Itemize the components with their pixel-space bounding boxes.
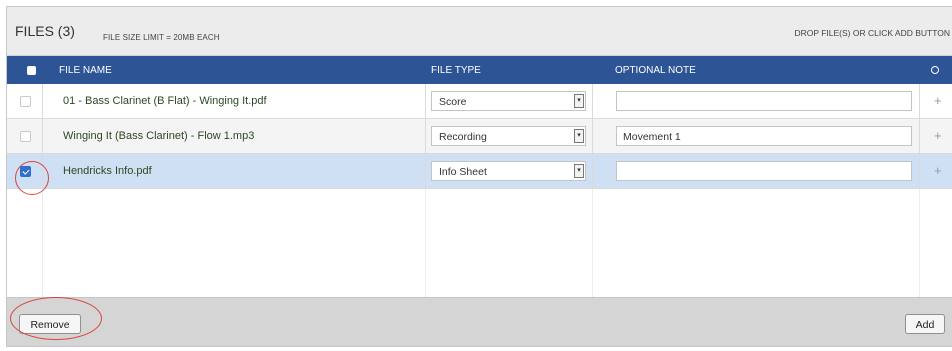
row-select-cell xyxy=(7,84,43,118)
column-divider xyxy=(592,189,593,297)
column-header-file-name[interactable]: FILE NAME xyxy=(59,65,112,76)
row-select-cell xyxy=(7,119,43,153)
row-checkbox[interactable] xyxy=(20,131,31,142)
row-action-cell: + xyxy=(919,154,952,188)
files-header-bar: FILES (3) FILE SIZE LIMIT = 20MB EACH DR… xyxy=(7,7,952,56)
file-type-value: Info Sheet xyxy=(439,166,487,178)
optional-note-input[interactable]: Movement 1 xyxy=(616,126,912,146)
select-all-checkbox[interactable] xyxy=(27,66,36,75)
column-divider xyxy=(42,189,43,297)
file-type-select[interactable]: Info Sheet ▾ xyxy=(431,161,586,181)
drop-hint: DROP FILE(S) OR CLICK ADD BUTTON xyxy=(794,28,950,38)
column-header-optional-note[interactable]: OPTIONAL NOTE xyxy=(615,65,696,76)
file-name: 01 - Bass Clarinet (B Flat) - Winging It… xyxy=(63,95,267,107)
file-type-cell: Info Sheet ▾ xyxy=(425,154,593,188)
table-row[interactable]: Hendricks Info.pdf Info Sheet ▾ + xyxy=(7,154,952,189)
row-action-cell: + xyxy=(919,84,952,118)
file-type-select[interactable]: Score ▾ xyxy=(431,91,586,111)
plus-icon[interactable]: + xyxy=(934,163,942,178)
file-type-cell: Recording ▾ xyxy=(425,119,593,153)
file-type-value: Score xyxy=(439,96,467,108)
files-title: FILES (3) xyxy=(15,23,75,39)
table-header: FILE NAME FILE TYPE OPTIONAL NOTE xyxy=(7,56,952,84)
add-button[interactable]: Add xyxy=(905,314,945,334)
footer-bar: Remove Add xyxy=(7,297,952,346)
files-panel: FILES (3) FILE SIZE LIMIT = 20MB EACH DR… xyxy=(6,6,952,347)
dropdown-arrow-icon[interactable]: ▾ xyxy=(574,94,584,108)
column-header-file-type[interactable]: FILE TYPE xyxy=(431,65,481,76)
column-divider xyxy=(919,189,920,297)
annotation-circle-remove xyxy=(10,297,102,340)
annotation-circle-checkbox xyxy=(15,161,49,195)
column-divider xyxy=(425,189,426,297)
empty-table-area xyxy=(7,189,952,297)
file-name: Hendricks Info.pdf xyxy=(63,165,152,177)
plus-icon[interactable]: + xyxy=(934,93,942,108)
optional-note-value: Movement 1 xyxy=(623,131,681,143)
plus-icon[interactable]: + xyxy=(934,128,942,143)
table-row[interactable]: Winging It (Bass Clarinet) - Flow 1.mp3 … xyxy=(7,119,952,154)
optional-note-input[interactable] xyxy=(616,161,912,181)
file-type-value: Recording xyxy=(439,131,487,143)
table-row[interactable]: 01 - Bass Clarinet (B Flat) - Winging It… xyxy=(7,84,952,119)
optional-note-input[interactable] xyxy=(616,91,912,111)
dropdown-arrow-icon[interactable]: ▾ xyxy=(574,164,584,178)
file-name: Winging It (Bass Clarinet) - Flow 1.mp3 xyxy=(63,130,255,142)
file-type-cell: Score ▾ xyxy=(425,84,593,118)
dropdown-arrow-icon[interactable]: ▾ xyxy=(574,129,584,143)
file-size-limit: FILE SIZE LIMIT = 20MB EACH xyxy=(103,33,220,42)
row-action-cell: + xyxy=(919,119,952,153)
row-checkbox[interactable] xyxy=(20,96,31,107)
file-type-select[interactable]: Recording ▾ xyxy=(431,126,586,146)
circle-icon[interactable] xyxy=(931,66,939,74)
